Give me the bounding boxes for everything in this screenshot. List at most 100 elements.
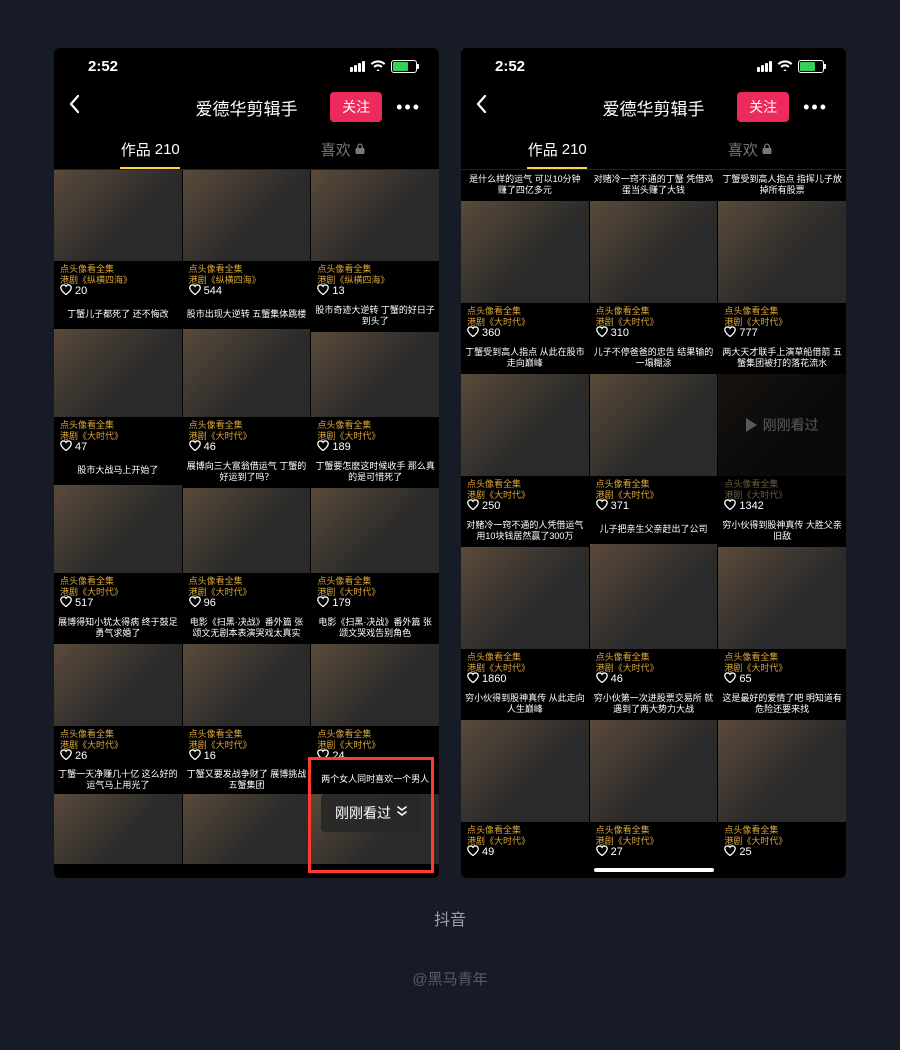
tab-works[interactable]: 作品 210 <box>54 130 247 169</box>
tab-likes-label: 喜欢 <box>728 139 758 160</box>
video-cell[interactable]: 丁蟹受到高人指点 从此在股市走向巅峰点头像看全集港剧《大时代》250 <box>461 343 589 515</box>
video-cell[interactable]: 穷小伙得到股神真传 从此走向人生巅峰点头像看全集港剧《大时代》49 <box>461 689 589 861</box>
video-cell[interactable]: 丁蟹一天净赚几十亿 这么好的运气马上用光了 <box>54 766 182 878</box>
recently-watched-pill[interactable]: 刚刚看过 <box>321 794 421 832</box>
like-count: 26 <box>60 749 87 763</box>
footer-app-name: 抖音 <box>0 906 900 930</box>
video-caption-top: 两大天才联手上演草船借箭 五蟹集团被打的落花流水 <box>718 343 846 374</box>
video-series-line1: 点头像看全集 <box>596 825 712 836</box>
more-button[interactable]: ••• <box>799 97 832 118</box>
back-button[interactable] <box>475 94 499 120</box>
video-cell[interactable]: 股市奇迹大逆转 丁蟹的好日子到头了点头像看全集港剧《大时代》189 <box>311 301 439 456</box>
video-thumbnail <box>183 170 311 261</box>
video-caption-bottom: 点头像看全集港剧《大时代》179 <box>311 573 439 612</box>
video-cell[interactable]: 穷小伙得到股神真传 大胜父亲旧敌点头像看全集港剧《大时代》65 <box>718 516 846 688</box>
page-title: 爱德华剪辑手 <box>603 95 705 120</box>
video-caption-bottom: 点头像看全集港剧《大时代》517 <box>54 573 182 612</box>
video-series-line1: 点头像看全集 <box>467 825 583 836</box>
phone-right: 2:52 爱德华剪辑手 关注 ••• 作品 210 <box>461 48 846 878</box>
video-cell[interactable]: 丁蟹受到高人指点 指挥儿子放掉所有股票点头像看全集港剧《大时代》777 <box>718 170 846 342</box>
video-cell[interactable]: 儿子不停爸爸的忠告 结果输的一塌糊涂点头像看全集港剧《大时代》371 <box>590 343 718 515</box>
video-cell[interactable]: 丁蟹儿子都死了 还不悔改点头像看全集港剧《大时代》47 <box>54 301 182 456</box>
heart-icon <box>60 749 72 763</box>
video-cell[interactable]: 股市大战马上开始了点头像看全集港剧《大时代》517 <box>54 457 182 612</box>
like-count: 250 <box>467 499 500 513</box>
video-caption-top: 穷小伙得到股神真传 大胜父亲旧敌 <box>718 516 846 547</box>
like-count: 47 <box>60 440 87 454</box>
video-thumbnail <box>590 201 718 304</box>
video-caption-top: 电影《扫黑·决战》番外篇 张颂文无剧本表演哭戏太真实 <box>183 613 311 644</box>
video-grid[interactable]: 是什么样的运气 可以10分钟赚了四亿多元点头像看全集港剧《大时代》360对赌冷一… <box>461 170 846 878</box>
video-grid[interactable]: 点头像看全集港剧《纵横四海》20点头像看全集港剧《纵横四海》544点头像看全集港… <box>54 170 439 878</box>
video-cell[interactable]: 点头像看全集港剧《纵横四海》20 <box>54 170 182 300</box>
like-count: 1342 <box>724 499 763 513</box>
lock-icon <box>355 143 365 157</box>
video-cell[interactable]: 丁蟹要怎麼这时候收手 那么真的是可惜死了点头像看全集港剧《大时代》179 <box>311 457 439 612</box>
video-caption-bottom: 点头像看全集港剧《大时代》25 <box>718 822 846 861</box>
like-count: 13 <box>317 284 344 298</box>
video-thumbnail <box>461 374 589 477</box>
video-series-line1: 点头像看全集 <box>467 306 583 317</box>
battery-icon <box>798 60 824 73</box>
video-caption-bottom: 点头像看全集港剧《大时代》310 <box>590 303 718 342</box>
video-cell[interactable]: 对赌冷一窍不通的丁蟹 凭借鸡蛋当头赚了大钱点头像看全集港剧《大时代》310 <box>590 170 718 342</box>
video-cell[interactable]: 展博向三大富翁借运气 丁蟹的好运到了吗？ 点头像看全集港剧《大时代》96 <box>183 457 311 612</box>
status-right <box>350 58 417 74</box>
like-count: 517 <box>60 596 93 610</box>
more-button[interactable]: ••• <box>392 97 425 118</box>
video-cell[interactable]: 电影《扫黑·决战》番外篇 张颂文哭戏告别角色点头像看全集港剧《大时代》24 <box>311 613 439 765</box>
video-caption-top: 穷小伙第一次进股票交易所 就遇到了两大势力大战 <box>590 689 718 720</box>
video-series-line1: 点头像看全集 <box>724 306 840 317</box>
video-cell[interactable]: 穷小伙第一次进股票交易所 就遇到了两大势力大战点头像看全集港剧《大时代》27 <box>590 689 718 861</box>
heart-icon <box>596 672 608 686</box>
play-icon <box>746 418 757 432</box>
video-series-line1: 点头像看全集 <box>317 420 433 431</box>
video-cell[interactable]: 儿子把亲生父亲赶出了公司点头像看全集港剧《大时代》46 <box>590 516 718 688</box>
video-series-line1: 点头像看全集 <box>189 264 305 275</box>
follow-button[interactable]: 关注 <box>737 92 789 122</box>
tab-likes[interactable]: 喜欢 <box>654 130 847 169</box>
heart-icon <box>724 845 736 859</box>
video-cell[interactable]: 点头像看全集港剧《纵横四海》13 <box>311 170 439 300</box>
video-thumbnail <box>311 644 439 727</box>
tab-works-count: 210 <box>562 141 587 158</box>
video-caption-bottom: 点头像看全集港剧《纵横四海》20 <box>54 261 182 300</box>
video-cell[interactable]: 两大天才联手上演草船借箭 五蟹集团被打的落花流水刚刚看过点头像看全集港剧《大时代… <box>718 343 846 515</box>
home-indicator <box>594 868 714 872</box>
back-button[interactable] <box>68 94 92 120</box>
video-thumbnail <box>461 201 589 304</box>
video-cell[interactable]: 股市出现大逆转 五蟹集体跳楼点头像看全集港剧《大时代》46 <box>183 301 311 456</box>
video-cell[interactable]: 丁蟹又要发战争财了 展博挑战五蟹集团 <box>183 766 311 878</box>
video-series-line1: 点头像看全集 <box>60 264 176 275</box>
video-series-line1: 点头像看全集 <box>724 479 840 490</box>
video-cell[interactable]: 这是最好的爱情了吧 明知道有危险还要来找点头像看全集港剧《大时代》25 <box>718 689 846 861</box>
video-thumbnail <box>54 170 182 261</box>
heart-icon <box>724 326 736 340</box>
tab-works[interactable]: 作品 210 <box>461 130 654 169</box>
video-caption-bottom: 点头像看全集港剧《大时代》777 <box>718 303 846 342</box>
video-caption-bottom: 点头像看全集港剧《纵横四海》544 <box>183 261 311 300</box>
video-caption-bottom: 点头像看全集港剧《大时代》96 <box>183 573 311 612</box>
video-cell[interactable]: 电影《扫黑·决战》番外篇 张颂文无剧本表演哭戏太真实点头像看全集港剧《大时代》1… <box>183 613 311 765</box>
video-thumbnail <box>183 794 311 864</box>
video-cell[interactable]: 对赌冷一窍不通的人凭借运气 用10块钱居然赢了300万点头像看全集港剧《大时代》… <box>461 516 589 688</box>
video-series-line1: 点头像看全集 <box>189 576 305 587</box>
video-caption-top: 展博向三大富翁借运气 丁蟹的好运到了吗？ <box>183 457 311 488</box>
video-cell[interactable]: 点头像看全集港剧《纵横四海》544 <box>183 170 311 300</box>
video-caption-top: 丁蟹一天净赚几十亿 这么好的运气马上用光了 <box>54 766 182 794</box>
like-count: 20 <box>60 284 87 298</box>
like-count: 24 <box>317 749 344 763</box>
video-series-line1: 点头像看全集 <box>724 825 840 836</box>
video-thumbnail <box>54 485 182 573</box>
tab-likes[interactable]: 喜欢 <box>247 130 440 169</box>
page-title: 爱德华剪辑手 <box>196 95 298 120</box>
tab-likes-label: 喜欢 <box>321 139 351 160</box>
like-count: 49 <box>467 845 494 859</box>
follow-button[interactable]: 关注 <box>330 92 382 122</box>
video-thumbnail <box>718 201 846 304</box>
like-count: 46 <box>189 440 216 454</box>
video-cell[interactable]: 是什么样的运气 可以10分钟赚了四亿多元点头像看全集港剧《大时代》360 <box>461 170 589 342</box>
heart-icon <box>189 284 201 298</box>
video-thumbnail <box>183 644 311 727</box>
video-cell[interactable]: 展博得知小犹太得病 终于鼓足勇气求婚了点头像看全集港剧《大时代》26 <box>54 613 182 765</box>
